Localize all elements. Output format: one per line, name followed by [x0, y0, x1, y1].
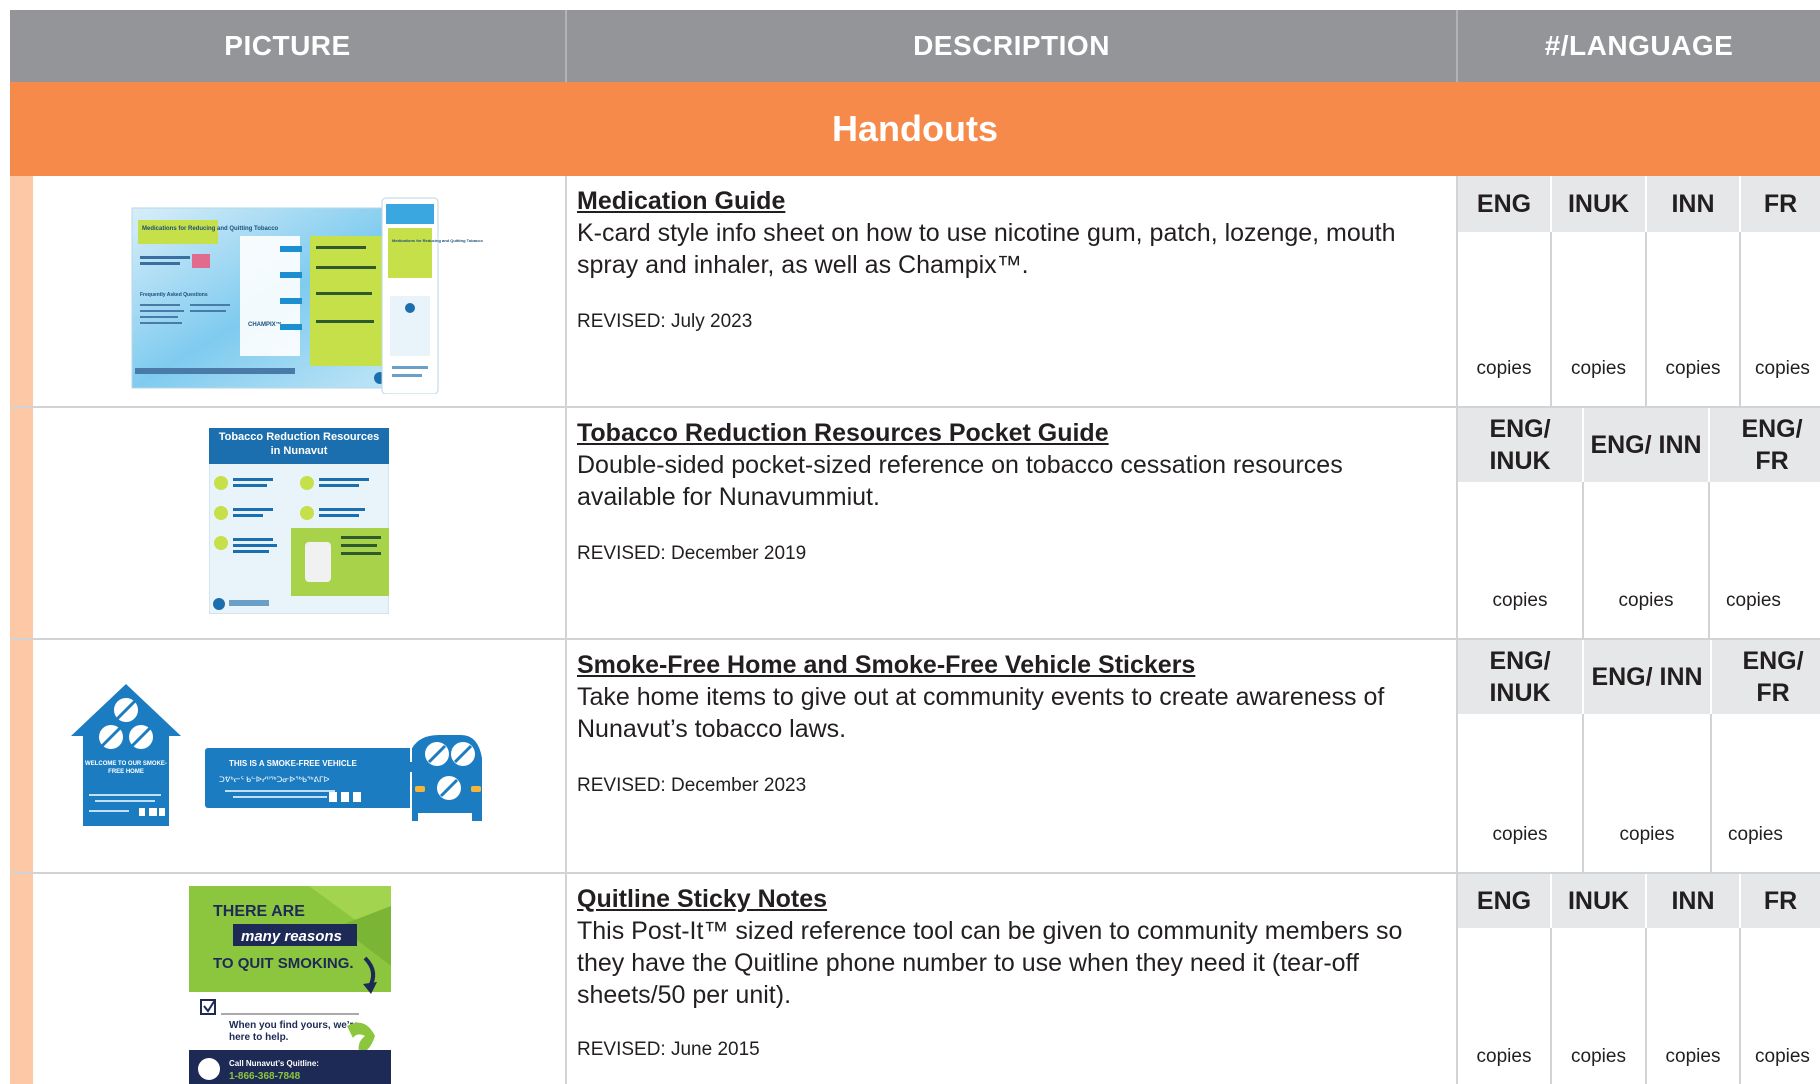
header-picture: PICTURE [10, 10, 567, 82]
table-row: WELCOME TO OUR SMOKE-FREE HOME THIS IS A… [10, 640, 1820, 874]
item-description: Double-sided pocket-sized reference on t… [577, 451, 1343, 511]
lang-label: INN [1647, 874, 1741, 928]
table-row: Medications for Reducing and Quitting To… [10, 176, 1820, 408]
row-description: Tobacco Reduction Resources Pocket Guide… [567, 408, 1458, 638]
item-description: K-card style info sheet on how to use ni… [577, 219, 1396, 279]
thumb-side-title: Medications for Reducing and Quitting To… [392, 238, 483, 243]
row-picture: THERE ARE many reasons TO QUIT SMOKING. … [33, 874, 567, 1084]
row-stripe [10, 640, 33, 872]
medication-guide-thumbnail: Medications for Reducing and Quitting To… [130, 196, 510, 395]
header-language: #/LANGUAGE [1544, 30, 1734, 61]
copies-field[interactable]: copies [1584, 714, 1712, 872]
row-languages: ENG/ INUK ENG/ INN ENG/ FR copies copies… [1458, 408, 1820, 638]
header-description: DESCRIPTION [567, 10, 1458, 82]
copies-field[interactable]: copies [1741, 232, 1820, 406]
sticky-line-1: THERE ARE [213, 903, 305, 920]
copies-field[interactable]: copies [1647, 928, 1741, 1084]
row-description: Quitline Sticky Notes This Post-It™ size… [567, 874, 1458, 1084]
language-copies: copies copies copies copies [1458, 232, 1820, 406]
sticky-call-text: Call Nunavut’s Quitline: [229, 1059, 319, 1068]
pocket-guide-thumbnail: Tobacco Reduction Resources in Nunavut [208, 427, 390, 615]
smoke-free-vehicle-sticker: THIS IS A SMOKE-FREE VEHICLE ᑐᕓᒃᓕᕐ ᑲᓪᐉᓯᐦ… [205, 733, 485, 826]
item-revised: REVISED: December 2023 [577, 775, 807, 796]
item-title[interactable]: Medication Guide [577, 186, 1446, 216]
copies-field[interactable]: copies [1741, 928, 1820, 1084]
row-languages: ENG INUK INN FR copies copies copies cop… [1458, 874, 1820, 1084]
language-header: ENG/ INUK ENG/ INN ENG/ FR [1458, 640, 1820, 714]
lang-label: FR [1763, 190, 1798, 218]
item-description: Take home items to give out at community… [577, 683, 1385, 743]
item-revised: REVISED: June 2015 [577, 1039, 760, 1060]
row-stripe [10, 874, 33, 1084]
row-languages: ENG/ INUK ENG/ INN ENG/ FR copies copies… [1458, 640, 1820, 872]
item-revised: REVISED: July 2023 [577, 311, 753, 332]
language-header: ENG/ INUK ENG/ INN ENG/ FR [1458, 408, 1820, 482]
copies-field[interactable]: copies [1647, 232, 1741, 406]
row-picture: Medications for Reducing and Quitting To… [33, 176, 567, 406]
quitline-sticky-note-thumbnail: THERE ARE many reasons TO QUIT SMOKING. … [189, 886, 391, 1084]
vehicle-sticker-text: THIS IS A SMOKE-FREE VEHICLE [229, 759, 358, 768]
smoke-free-home-sticker: WELCOME TO OUR SMOKE-FREE HOME [69, 682, 183, 828]
lang-label: ENG [1458, 874, 1552, 928]
lang-label: INN [1647, 176, 1741, 232]
order-form-page: PICTURE DESCRIPTION #/LANGUAGE Handouts … [10, 10, 1820, 1084]
sticky-find-text: When you find yours, we’re here to help. [229, 1020, 359, 1043]
item-description: This Post-It™ sized reference tool can b… [577, 917, 1403, 1009]
lang-label: FR [1763, 887, 1798, 915]
row-stripe [10, 176, 33, 406]
sticky-phone: 1-866-368-7848 [229, 1071, 301, 1082]
item-title[interactable]: Smoke-Free Home and Smoke-Free Vehicle S… [577, 650, 1446, 680]
section-title: Handouts [10, 82, 1820, 176]
copies-field[interactable]: copies [1458, 928, 1552, 1084]
item-title[interactable]: Tobacco Reduction Resources Pocket Guide [577, 418, 1446, 448]
thumb-champix: CHAMPIX™ [248, 321, 282, 328]
lang-label: INUK [1552, 874, 1647, 928]
language-copies: copies copies copies [1458, 482, 1820, 638]
copies-field[interactable]: copies [1584, 482, 1710, 638]
copies-field[interactable]: copies [1458, 232, 1552, 406]
lang-label: ENG/ INN [1584, 408, 1710, 482]
copies-field[interactable]: copies [1552, 232, 1647, 406]
language-copies: copies copies copies [1458, 714, 1820, 872]
home-sticker-text: WELCOME TO OUR SMOKE-FREE HOME [85, 761, 167, 775]
lang-label: ENG/ INN [1584, 640, 1712, 714]
lang-label: ENG/ INUK [1458, 640, 1584, 714]
thumb-main-title: Medications for Reducing and Quitting To… [142, 226, 279, 232]
language-header: ENG INUK INN FR [1458, 176, 1820, 232]
thumb-pocket-title: Tobacco Reduction Resources in Nunavut [218, 431, 380, 457]
copies-field[interactable]: copies [1458, 714, 1584, 872]
copies-field[interactable]: copies [1552, 928, 1647, 1084]
row-languages: ENG INUK INN FR copies copies copies cop… [1458, 176, 1820, 406]
lang-label: INUK [1552, 176, 1647, 232]
table-row: THERE ARE many reasons TO QUIT SMOKING. … [10, 874, 1820, 1084]
lang-label: ENG/ INUK [1458, 408, 1584, 482]
lang-label: ENG [1458, 176, 1552, 232]
vehicle-sticker-syllabics: ᑐᕓᒃᓕᕐ ᑲᓪᐉᓯᐦᖅᑐᓂᐉᖅᑲᖅᕕᒥᐅ [219, 775, 330, 784]
sticky-line-2: many reasons [241, 928, 342, 945]
row-description: Smoke-Free Home and Smoke-Free Vehicle S… [567, 640, 1458, 872]
copies-field[interactable]: copies [1712, 714, 1820, 872]
thumb-faq: Frequently Asked Questions [140, 292, 208, 298]
language-header: ENG INUK INN FR [1458, 874, 1820, 928]
item-revised: REVISED: December 2019 [577, 543, 807, 564]
sticky-line-3: TO QUIT SMOKING. [213, 955, 354, 972]
row-description: Medication Guide K-card style info sheet… [567, 176, 1458, 406]
item-title[interactable]: Quitline Sticky Notes [577, 884, 1446, 914]
row-stripe [10, 408, 33, 638]
table-header: PICTURE DESCRIPTION #/LANGUAGE [10, 10, 1820, 82]
lang-label: ENG/ FR [1741, 415, 1803, 475]
copies-field[interactable]: copies [1710, 482, 1820, 638]
language-copies: copies copies copies copies [1458, 928, 1820, 1084]
table-row: Tobacco Reduction Resources in Nunavut T… [10, 408, 1820, 640]
lang-label: ENG/ FR [1742, 647, 1804, 707]
copies-field[interactable]: copies [1458, 482, 1584, 638]
row-picture: WELCOME TO OUR SMOKE-FREE HOME THIS IS A… [33, 640, 567, 872]
row-picture: Tobacco Reduction Resources in Nunavut [33, 408, 567, 638]
